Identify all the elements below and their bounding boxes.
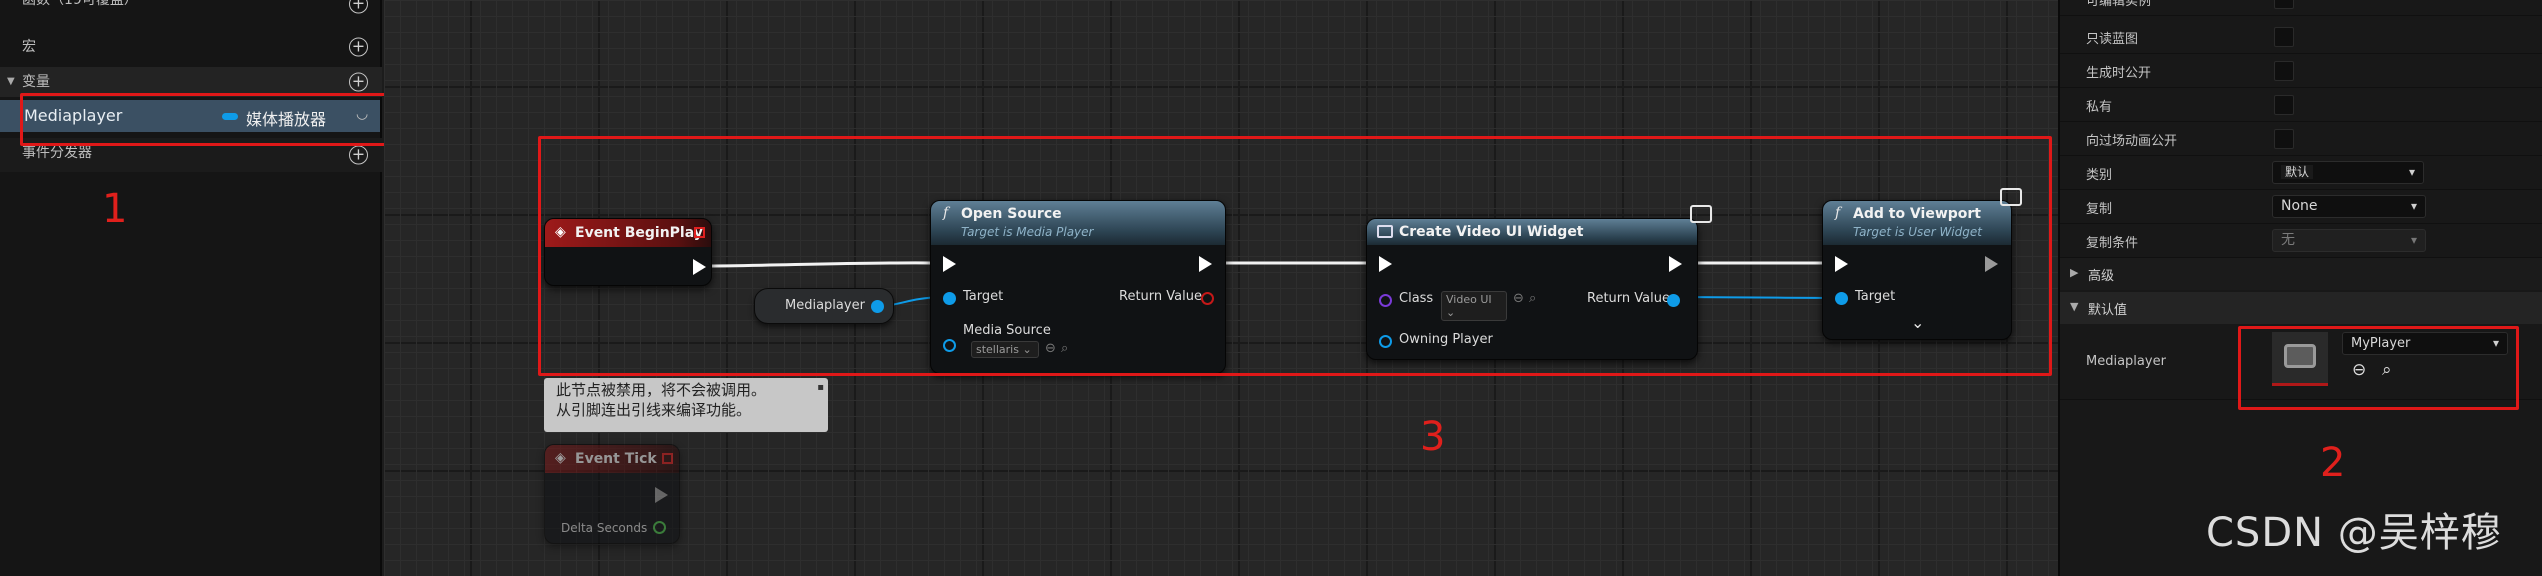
replication-combo[interactable]: None ▾ (2272, 195, 2426, 218)
default-value-section[interactable]: ▼ 默认值 (2060, 292, 2542, 324)
blueprint-editor: 函数（19可覆盖） + 宏 + ▼ 变量 + Mediaplayer 媒体播放器… (0, 0, 2542, 576)
functions-category[interactable]: 函数（19可覆盖） + (0, 0, 382, 16)
category-combo[interactable]: 默认 ▾ (2272, 161, 2424, 184)
annotation-number-2: 2 (2320, 440, 2346, 486)
property-row: 可编辑实例 (2060, 0, 2542, 16)
category-row: 类别 默认 ▾ (2060, 156, 2542, 190)
delta-seconds-pin[interactable] (653, 521, 666, 534)
replication-condition-label: 复制条件 (2086, 236, 2139, 251)
property-label: 只读蓝图 (2086, 32, 2139, 47)
property-checkbox[interactable] (2274, 95, 2294, 115)
exec-out-pin[interactable] (655, 487, 668, 503)
advanced-label: 高级 (2088, 269, 2115, 284)
add-event-dispatcher-icon[interactable]: + (349, 145, 368, 165)
add-macro-icon[interactable]: + (349, 37, 368, 57)
property-label: 向过场动画公开 (2086, 134, 2178, 149)
property-row: 生成时公开 (2060, 54, 2542, 88)
csdn-watermark: CSDN @吴梓穆 (2206, 510, 2502, 556)
property-row: 私有 (2060, 88, 2542, 122)
comment-line-1: 此节点被禁用，将不会被调用。 (556, 381, 767, 399)
property-label: 私有 (2086, 100, 2113, 115)
replication-value: None (2281, 198, 2318, 214)
details-panel: 可编辑实例 只读蓝图 生成时公开 私有 向过场动画公开 类别 默认 ▾ 复制 N… (2058, 0, 2542, 576)
chevron-down-icon: ▾ (2408, 165, 2415, 179)
property-label: 可编辑实例 (2086, 0, 2152, 9)
property-checkbox[interactable] (2274, 129, 2294, 149)
replication-row: 复制 None ▾ (2060, 190, 2542, 224)
expand-triangle-icon[interactable]: ▶ (2070, 266, 2078, 279)
pin-comment-icon[interactable]: ▪ (817, 378, 824, 398)
comment-line-2: 从引脚连出引线来编译功能。 (556, 401, 752, 419)
chevron-down-icon: ▾ (2410, 199, 2417, 213)
property-checkbox[interactable] (2274, 27, 2294, 47)
macros-label: 宏 (22, 39, 36, 55)
replication-condition-row: 复制条件 无 ▾ (2060, 224, 2542, 258)
event-tick-node[interactable]: ◈ Event Tick Delta Seconds (544, 444, 680, 544)
replication-condition-value: 无 (2281, 232, 2295, 248)
collapse-triangle-icon[interactable]: ▼ (2070, 300, 2078, 313)
macros-category[interactable]: 宏 + (0, 30, 382, 64)
add-function-icon[interactable]: + (349, 0, 368, 14)
disabled-node-comment: 此节点被禁用，将不会被调用。 从引脚连出引线来编译功能。 ▪ (544, 378, 828, 432)
event-graph-canvas[interactable]: ◈ Event BeginPlay Mediaplayer f Open Sou… (384, 0, 2058, 576)
property-checkbox[interactable] (2274, 0, 2294, 9)
annotation-number-3: 3 (1420, 414, 1446, 460)
delta-seconds-label: Delta Seconds (561, 521, 648, 535)
add-variable-icon[interactable]: + (349, 72, 368, 92)
my-blueprint-panel: 函数（19可覆盖） + 宏 + ▼ 变量 + Mediaplayer 媒体播放器… (0, 0, 382, 576)
functions-label: 函数（19可覆盖） (22, 0, 138, 8)
node-title: Event Tick (575, 451, 657, 467)
advanced-section[interactable]: ▶ 高级 (2060, 258, 2542, 290)
annotation-number-1: 1 (102, 186, 128, 232)
replication-label: 复制 (2086, 202, 2113, 217)
default-value-label: 默认值 (2088, 303, 2128, 318)
replication-condition-combo[interactable]: 无 ▾ (2272, 229, 2426, 252)
annotation-box-3 (538, 136, 2052, 376)
default-var-label: Mediaplayer (2086, 354, 2166, 369)
event-dispatchers-label: 事件分发器 (22, 145, 92, 161)
event-diamond-icon: ◈ (555, 450, 566, 466)
variables-label: 变量 (22, 74, 50, 90)
annotation-box-1 (20, 93, 402, 146)
delegate-square-icon[interactable] (662, 453, 673, 464)
property-label: 生成时公开 (2086, 66, 2152, 81)
property-row: 只读蓝图 (2060, 20, 2542, 54)
property-checkbox[interactable] (2274, 61, 2294, 81)
property-row: 向过场动画公开 (2060, 122, 2542, 156)
category-value: 默认 (2281, 165, 2314, 179)
chevron-down-icon: ▾ (2410, 233, 2417, 247)
category-label: 类别 (2086, 168, 2113, 183)
collapse-triangle-icon[interactable]: ▼ (7, 67, 15, 97)
annotation-box-2 (2238, 326, 2519, 410)
